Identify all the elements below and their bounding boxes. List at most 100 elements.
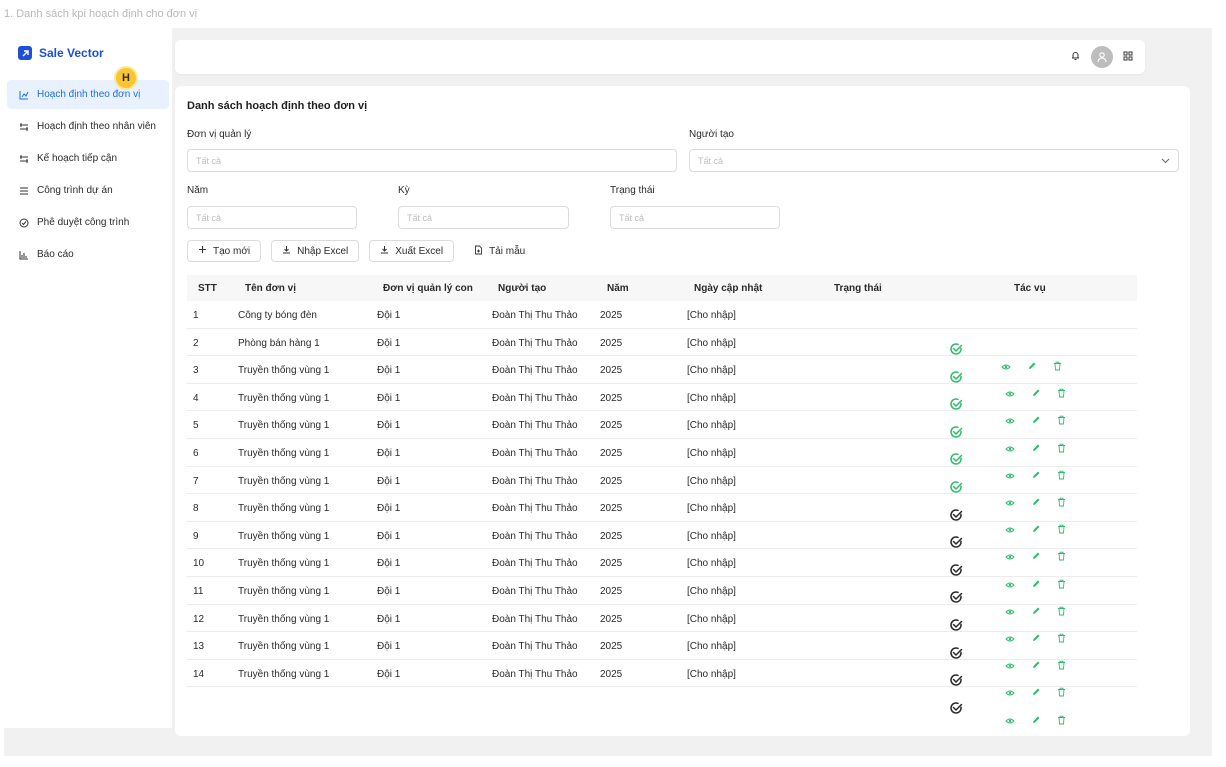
pencil-icon[interactable]: [1031, 521, 1041, 539]
create-button[interactable]: Tạo mới: [187, 240, 262, 262]
don-vi-input[interactable]: Tất cả: [187, 149, 677, 172]
sidebar-item-ke-hoach-tiep-can[interactable]: Kế hoạch tiếp cận: [7, 144, 169, 173]
table-row[interactable]: 2 Phòng bán hàng 1 Đội 1 Đoàn Thị Thu Thảo 2…: [187, 329, 1137, 357]
eye-icon[interactable]: [1005, 494, 1015, 512]
eye-icon[interactable]: [1005, 548, 1015, 566]
import-excel-button[interactable]: Nhập Excel: [271, 240, 360, 262]
sidebar-item-phe-duyet-cong-trinh[interactable]: Phê duyệt công trình: [7, 208, 169, 237]
pencil-icon[interactable]: [1031, 412, 1041, 430]
table-row[interactable]: 14 Truyền thống vùng 1 Đội 1 Đoàn Thị Thu T…: [187, 660, 1137, 688]
bell-icon[interactable]: [1070, 48, 1081, 66]
cell-stt: 6: [193, 447, 199, 459]
trang-thai-input[interactable]: Tất cả: [610, 206, 780, 229]
cell-nam: 2025: [600, 447, 623, 459]
table-row[interactable]: 5 Truyền thống vùng 1 Đội 1 Đoàn Thị Thu Th…: [187, 411, 1137, 439]
cell-nguoi: Đoàn Thị Thu Thảo: [492, 530, 578, 542]
table-row[interactable]: 11 Truyền thống vùng 1 Đội 1 Đoàn Thị Thu T…: [187, 577, 1137, 605]
pencil-icon[interactable]: [1031, 712, 1041, 730]
trash-icon[interactable]: [1057, 603, 1066, 621]
trang-thai-label: Trạng thái: [610, 185, 655, 196]
trash-icon[interactable]: [1057, 657, 1066, 675]
sidebar-item-hoach-dinh-don-vi[interactable]: Hoạch định theo đơn vị: [7, 80, 169, 109]
trash-icon[interactable]: [1053, 358, 1062, 376]
user-avatar-icon[interactable]: [1091, 46, 1113, 68]
table-row[interactable]: 3 Truyền thống vùng 1 Đội 1 Đoàn Thị Thu Th…: [187, 356, 1137, 384]
table-row[interactable]: 7 Truyền thống vùng 1 Đội 1 Đoàn Thị Thu Th…: [187, 467, 1137, 495]
cell-nam: 2025: [600, 475, 623, 487]
trash-icon[interactable]: [1057, 576, 1066, 594]
cell-stt: 2: [193, 337, 199, 349]
table-row[interactable]: 9 Truyền thống vùng 1 Đội 1 Đoàn Thị Thu Th…: [187, 522, 1137, 550]
ky-input[interactable]: Tất cả: [398, 206, 569, 229]
eye-icon[interactable]: [1005, 657, 1015, 675]
table-row[interactable]: 10 Truyền thống vùng 1 Đội 1 Đoàn Thị Thu T…: [187, 549, 1137, 577]
pencil-icon[interactable]: [1031, 603, 1041, 621]
sidebar-item-cong-trinh-du-an[interactable]: Công trình dự án: [7, 176, 169, 205]
table-row[interactable]: 12 Truyền thống vùng 1 Đội 1 Đoàn Thị Thu T…: [187, 605, 1137, 633]
table-row[interactable]: 1 Công ty bóng đèn Đội 1 Đoàn Thị Thu Thảo 2…: [187, 301, 1137, 329]
trash-icon[interactable]: [1057, 684, 1066, 702]
eye-icon[interactable]: [1005, 603, 1015, 621]
nguoi-tao-select[interactable]: Tất cả: [689, 149, 1179, 172]
sidebar-item-label: Công trình dự án: [37, 185, 113, 196]
sidebar-item-label: Báo cáo: [37, 249, 74, 260]
trash-icon[interactable]: [1057, 630, 1066, 648]
pencil-icon[interactable]: [1031, 440, 1041, 458]
sidebar-item-bao-cao[interactable]: Báo cáo: [7, 240, 169, 269]
eye-icon[interactable]: [1005, 467, 1015, 485]
grid-icon[interactable]: [1123, 48, 1133, 66]
ky-placeholder: Tất cả: [407, 212, 433, 223]
pencil-icon[interactable]: [1031, 684, 1041, 702]
brand[interactable]: Sale Vector: [18, 46, 104, 60]
import-excel-label: Nhập Excel: [297, 245, 349, 257]
eye-icon[interactable]: [1005, 576, 1015, 594]
trash-icon[interactable]: [1057, 412, 1066, 430]
pencil-icon[interactable]: [1031, 630, 1041, 648]
export-excel-button[interactable]: Xuất Excel: [369, 240, 455, 262]
eye-icon[interactable]: [1005, 712, 1015, 730]
trash-icon[interactable]: [1057, 712, 1066, 730]
table-row[interactable]: 4 Truyền thống vùng 1 Đội 1 Đoàn Thị Thu Th…: [187, 384, 1137, 412]
eye-icon[interactable]: [1005, 440, 1015, 458]
cell-ten: Truyền thống vùng 1: [238, 365, 330, 377]
table-row[interactable]: 6 Truyền thống vùng 1 Đội 1 Đoàn Thị Thu Th…: [187, 439, 1137, 467]
table-row[interactable]: 13 Truyền thống vùng 1 Đội 1 Đoàn Thị Thu T…: [187, 632, 1137, 660]
pencil-icon[interactable]: [1031, 467, 1041, 485]
table-row[interactable]: 8 Truyền thống vùng 1 Đội 1 Đoàn Thị Thu Th…: [187, 494, 1137, 522]
eye-icon[interactable]: [1005, 630, 1015, 648]
pencil-icon[interactable]: [1031, 385, 1041, 403]
cell-stt: 12: [193, 613, 205, 625]
sidebar-item-hoach-dinh-nhan-vien[interactable]: Hoạch định theo nhân viên: [7, 112, 169, 141]
pencil-icon[interactable]: [1031, 657, 1041, 675]
eye-icon[interactable]: [1001, 358, 1011, 376]
trash-icon[interactable]: [1057, 467, 1066, 485]
pencil-icon[interactable]: [1027, 358, 1037, 376]
row-actions: [1005, 494, 1066, 512]
eye-icon[interactable]: [1005, 521, 1015, 539]
cell-ten: Truyền thống vùng 1: [238, 641, 330, 653]
cell-nguoi: Đoàn Thị Thu Thảo: [492, 585, 578, 597]
trash-icon[interactable]: [1057, 385, 1066, 403]
nam-input[interactable]: Tất cả: [187, 206, 357, 229]
pencil-icon[interactable]: [1031, 494, 1041, 512]
cell-nam: 2025: [600, 641, 623, 653]
check-circle-icon: [949, 590, 963, 609]
pencil-icon[interactable]: [1031, 576, 1041, 594]
row-actions: [1005, 712, 1066, 730]
trash-icon[interactable]: [1057, 494, 1066, 512]
download-template-button[interactable]: Tải mẫu: [464, 240, 536, 262]
trash-icon[interactable]: [1057, 548, 1066, 566]
cell-dvql: Đội 1: [377, 337, 401, 349]
eye-icon[interactable]: [1005, 412, 1015, 430]
pencil-icon[interactable]: [1031, 548, 1041, 566]
cell-nam: 2025: [600, 310, 623, 321]
row-actions: [1005, 440, 1066, 458]
trash-icon[interactable]: [1057, 521, 1066, 539]
eye-icon[interactable]: [1005, 684, 1015, 702]
file-icon: [474, 245, 483, 258]
cell-dvql: Đội 1: [377, 420, 401, 432]
trash-icon[interactable]: [1057, 440, 1066, 458]
row-actions: [1005, 412, 1066, 430]
main-content: Danh sách hoạch định theo đơn vị Đơn vị …: [175, 86, 1190, 736]
eye-icon[interactable]: [1005, 385, 1015, 403]
